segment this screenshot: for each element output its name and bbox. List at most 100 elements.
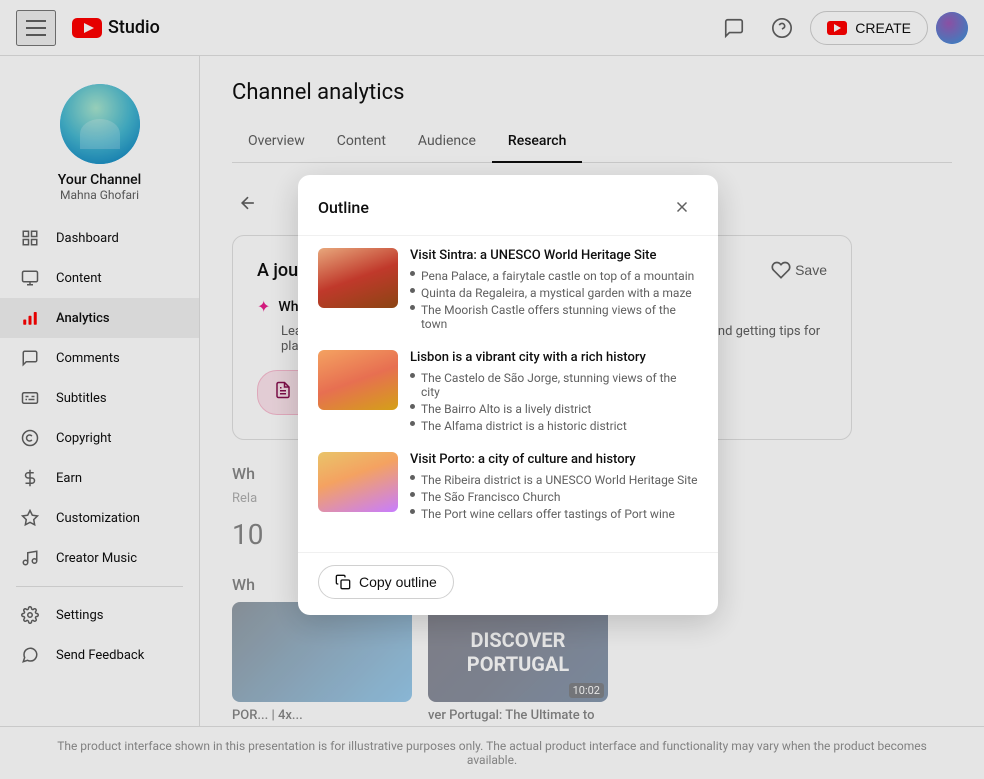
save-button[interactable]: Save bbox=[771, 260, 827, 280]
content-label: Content bbox=[56, 271, 102, 286]
tab-research[interactable]: Research bbox=[492, 121, 582, 163]
sidebar-item-analytics[interactable]: Analytics bbox=[0, 298, 199, 338]
sidebar-item-customization[interactable]: Customization bbox=[0, 498, 199, 538]
porto-bullet-2: The São Francisco Church bbox=[410, 490, 698, 504]
creator-music-label: Creator Music bbox=[56, 551, 137, 566]
app-container: Studio CREATE bbox=[0, 0, 984, 779]
top-bar: Studio CREATE bbox=[0, 0, 984, 56]
messages-button[interactable] bbox=[714, 8, 754, 48]
settings-icon bbox=[20, 605, 40, 625]
outline-body: Visit Sintra: a UNESCO World Heritage Si… bbox=[298, 236, 718, 552]
porto-bullet-1: The Ribeira district is a UNESCO World H… bbox=[410, 473, 698, 487]
logo-label: Studio bbox=[108, 17, 160, 38]
outline-item-porto: Visit Porto: a city of culture and histo… bbox=[318, 452, 698, 524]
sidebar-item-copyright[interactable]: Copyright bbox=[0, 418, 199, 458]
outline-header: Outline bbox=[298, 175, 718, 236]
comments-icon bbox=[20, 348, 40, 368]
porto-content: Visit Porto: a city of culture and histo… bbox=[410, 452, 698, 524]
sintra-bullet-1: Pena Palace, a fairytale castle on top o… bbox=[410, 269, 698, 283]
outline-close-button[interactable] bbox=[666, 191, 698, 223]
feedback-label: Send Feedback bbox=[56, 648, 144, 663]
channel-avatar bbox=[60, 84, 140, 164]
earn-icon bbox=[20, 468, 40, 488]
tab-audience[interactable]: Audience bbox=[402, 121, 492, 163]
video-item-2: DISCOVERPORTUGAL 10:02 ver Portugal: The… bbox=[428, 602, 608, 726]
copy-outline-button[interactable]: Copy outline bbox=[318, 565, 454, 599]
menu-button[interactable] bbox=[16, 10, 56, 46]
viewers-icon: ✦ bbox=[257, 297, 270, 316]
outline-item-lisbon: Lisbon is a vibrant city with a rich his… bbox=[318, 350, 698, 436]
youtube-logo-icon bbox=[72, 18, 102, 38]
settings-label: Settings bbox=[56, 608, 103, 623]
nav-divider bbox=[16, 586, 183, 587]
create-button[interactable]: CREATE bbox=[810, 11, 928, 45]
save-label: Save bbox=[795, 262, 827, 278]
channel-handle: Mahna Ghofari bbox=[60, 188, 139, 202]
video-title-2: ver Portugal: The Ultimate to the Best T… bbox=[428, 708, 608, 726]
subtitles-icon bbox=[20, 388, 40, 408]
tab-content[interactable]: Content bbox=[321, 121, 402, 163]
sintra-thumbnail bbox=[318, 248, 398, 308]
tabs: Overview Content Audience Research bbox=[232, 121, 952, 163]
video-duration-2: 10:02 bbox=[569, 683, 604, 698]
creator-music-icon bbox=[20, 548, 40, 568]
feedback-icon bbox=[20, 645, 40, 665]
sidebar-item-subtitles[interactable]: Subtitles bbox=[0, 378, 199, 418]
sidebar-item-comments[interactable]: Comments bbox=[0, 338, 199, 378]
help-button[interactable] bbox=[762, 8, 802, 48]
create-label: CREATE bbox=[855, 20, 911, 36]
top-bar-right: CREATE bbox=[714, 8, 968, 48]
sintra-bullet-2: Quinta da Regaleira, a mystical garden w… bbox=[410, 286, 698, 300]
sidebar-item-dashboard[interactable]: Dashboard bbox=[0, 218, 199, 258]
analytics-icon bbox=[20, 308, 40, 328]
back-button[interactable] bbox=[232, 187, 264, 219]
sidebar-item-feedback[interactable]: Send Feedback bbox=[0, 635, 199, 675]
sintra-title: Visit Sintra: a UNESCO World Heritage Si… bbox=[410, 248, 698, 263]
generate-icon bbox=[274, 381, 292, 404]
outline-modal: Outline Visit Sintra: a UNESCO World Her… bbox=[298, 175, 718, 615]
porto-thumbnail bbox=[318, 452, 398, 512]
lisbon-title: Lisbon is a vibrant city with a rich his… bbox=[410, 350, 698, 365]
lisbon-thumbnail bbox=[318, 350, 398, 410]
footer: The product interface shown in this pres… bbox=[0, 726, 984, 779]
copyright-label: Copyright bbox=[56, 431, 112, 446]
copyright-icon bbox=[20, 428, 40, 448]
page-header: Channel analytics Overview Content Audie… bbox=[200, 56, 984, 163]
outline-modal-title: Outline bbox=[318, 198, 369, 217]
channel-info: Your Channel Mahna Ghofari bbox=[0, 64, 199, 218]
sidebar-item-earn[interactable]: Earn bbox=[0, 458, 199, 498]
video-title-1: POR... | 4x... bbox=[232, 708, 412, 725]
lisbon-bullet-3: The Alfama district is a historic distri… bbox=[410, 419, 698, 433]
analytics-label: Analytics bbox=[56, 311, 110, 326]
outline-item-sintra: Visit Sintra: a UNESCO World Heritage Si… bbox=[318, 248, 698, 334]
dashboard-icon bbox=[20, 228, 40, 248]
subtitles-label: Subtitles bbox=[56, 391, 107, 406]
sintra-content: Visit Sintra: a UNESCO World Heritage Si… bbox=[410, 248, 698, 334]
sidebar-nav: Dashboard Content bbox=[0, 218, 199, 675]
content-icon bbox=[20, 268, 40, 288]
page-title: Channel analytics bbox=[232, 80, 952, 105]
sidebar: Your Channel Mahna Ghofari Dashboard bbox=[0, 56, 200, 726]
lisbon-bullet-1: The Castelo de São Jorge, stunning views… bbox=[410, 371, 698, 399]
comments-label: Comments bbox=[56, 351, 120, 366]
porto-title: Visit Porto: a city of culture and histo… bbox=[410, 452, 698, 467]
tab-overview[interactable]: Overview bbox=[232, 121, 321, 163]
customization-icon bbox=[20, 508, 40, 528]
sidebar-item-settings[interactable]: Settings bbox=[0, 595, 199, 635]
earn-label: Earn bbox=[56, 471, 82, 486]
video-item-1: POR... | 4x... Luca... • 2M views bbox=[232, 602, 412, 726]
copy-label: Copy outline bbox=[359, 574, 437, 590]
top-bar-left: Studio bbox=[16, 10, 714, 46]
channel-name: Your Channel bbox=[58, 172, 141, 188]
sidebar-item-creator-music[interactable]: Creator Music bbox=[0, 538, 199, 578]
customization-label: Customization bbox=[56, 511, 140, 526]
video-grid: POR... | 4x... Luca... • 2M views DISCOV… bbox=[232, 602, 952, 726]
lisbon-bullet-2: The Bairro Alto is a lively district bbox=[410, 402, 698, 416]
dashboard-label: Dashboard bbox=[56, 231, 119, 246]
sidebar-item-content[interactable]: Content bbox=[0, 258, 199, 298]
outline-footer: Copy outline bbox=[298, 552, 718, 615]
logo: Studio bbox=[72, 17, 160, 38]
avatar[interactable] bbox=[936, 12, 968, 44]
porto-bullet-3: The Port wine cellars offer tastings of … bbox=[410, 507, 698, 521]
sintra-bullet-3: The Moorish Castle offers stunning views… bbox=[410, 303, 698, 331]
